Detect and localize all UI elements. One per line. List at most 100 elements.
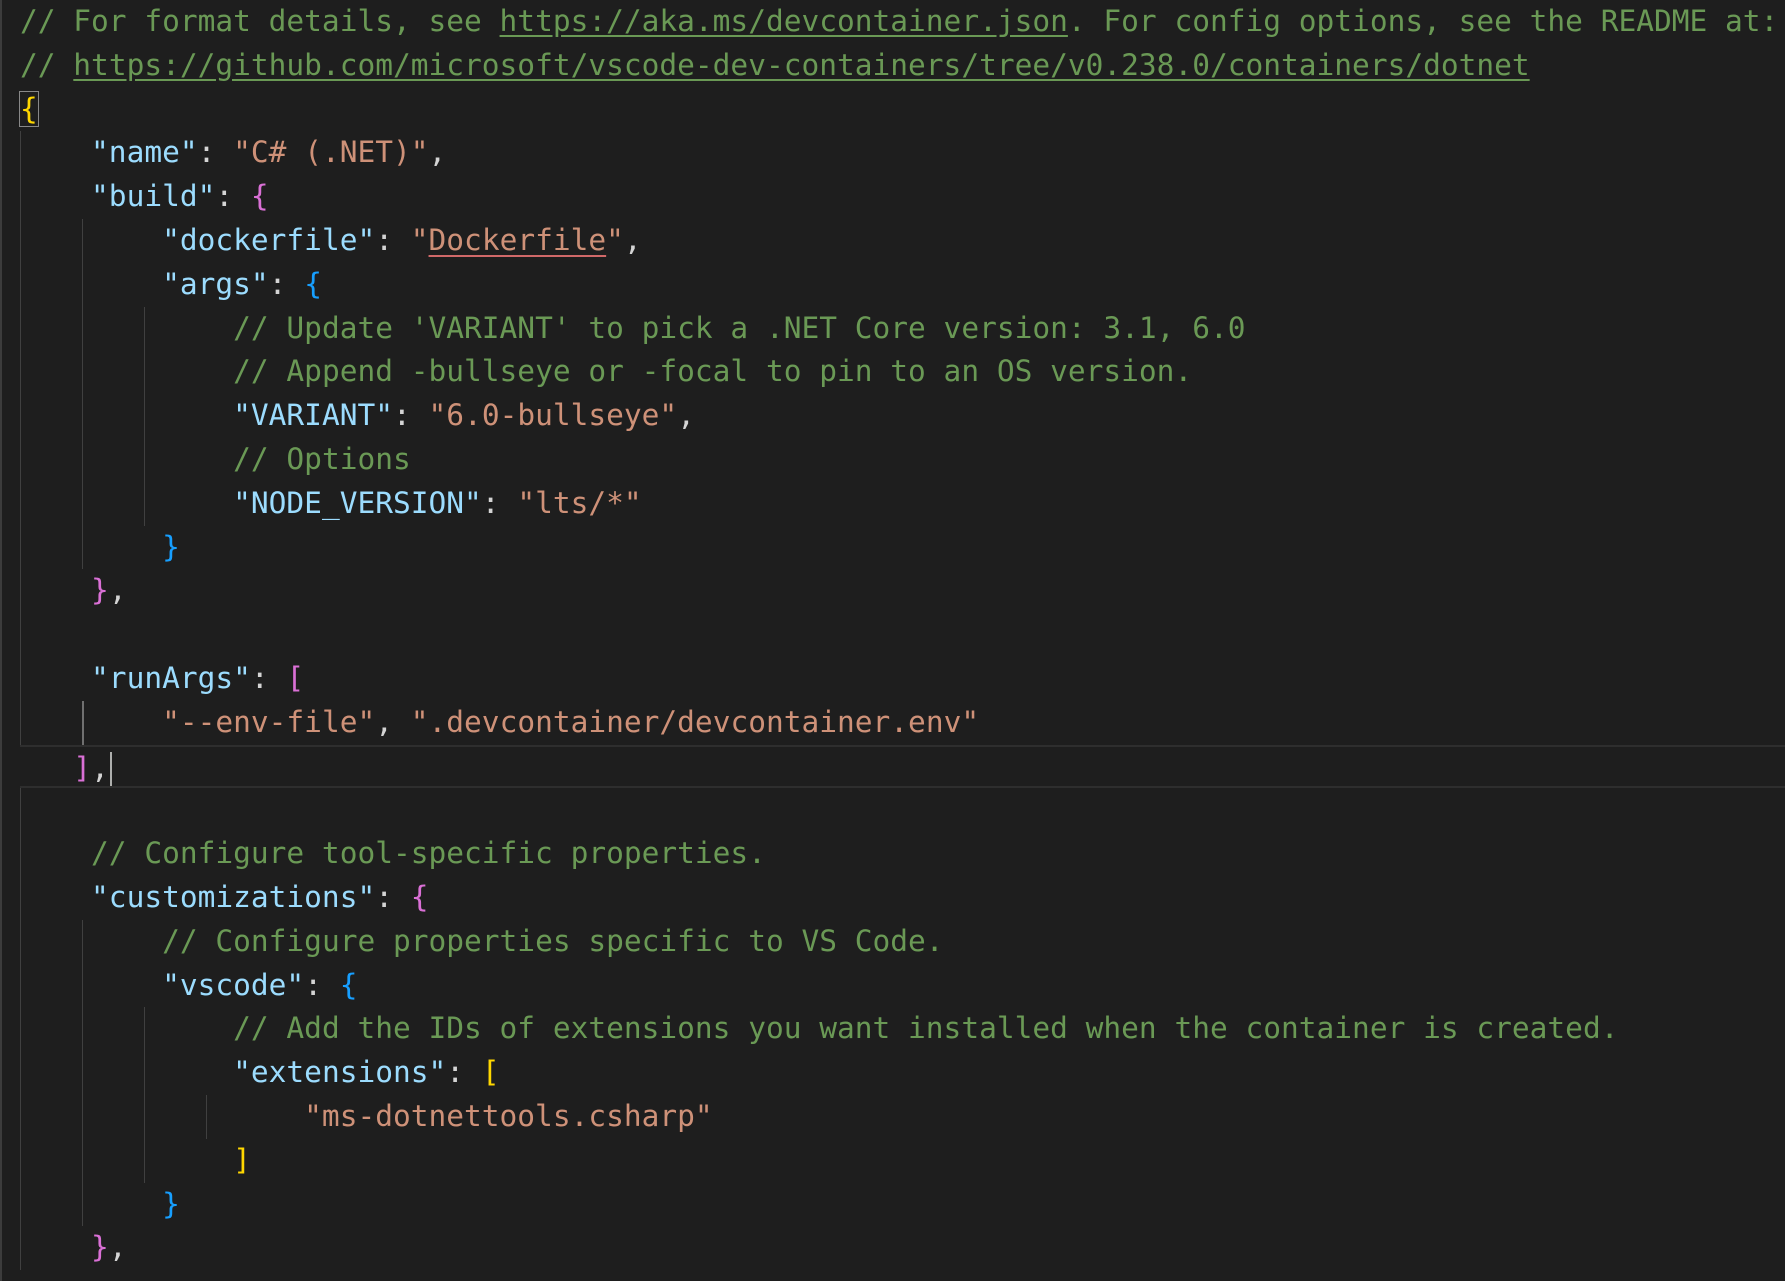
indent-guide	[82, 218, 83, 263]
indent-guide	[82, 1182, 83, 1227]
editor-lines[interactable]: // For format details, see https://aka.m…	[0, 0, 1785, 1271]
json-key-customizations: "customizations"	[91, 879, 376, 914]
code-line-5[interactable]: "build": {	[0, 175, 1785, 219]
indent-guide	[20, 525, 21, 570]
indent-guide	[82, 262, 83, 307]
code-line-22[interactable]: // Configure properties specific to VS C…	[0, 919, 1785, 964]
code-line-3[interactable]: {	[0, 88, 1785, 132]
code-line-20[interactable]: // Configure tool-specific properties.	[0, 832, 1785, 876]
indent-guide	[82, 1138, 83, 1183]
indent-guide	[144, 1007, 145, 1052]
comment: // Add the IDs of extensions you want in…	[233, 1011, 1619, 1046]
comment: // Append -bullseye or -focal to pin to …	[233, 354, 1193, 389]
format-details-link[interactable]: https://aka.ms/devcontainer.json	[500, 4, 1068, 38]
comment: // Update 'VARIANT' to pick a .NET Core …	[233, 310, 1246, 345]
indent-guide	[20, 306, 21, 351]
extension-id: "ms-dotnettools.csharp"	[304, 1098, 713, 1133]
json-key-build: "build"	[91, 179, 216, 214]
indent-guide	[144, 1094, 145, 1139]
indent-guide	[82, 1007, 83, 1052]
indent-guide	[20, 788, 21, 833]
comment: // Configure properties specific to VS C…	[162, 923, 944, 958]
args-open-brace: {	[304, 266, 322, 301]
indent-guide	[20, 1094, 21, 1139]
indent-guide	[82, 437, 83, 482]
comment: . For config options, see the README at:	[1067, 4, 1779, 38]
code-line-19[interactable]	[0, 788, 1785, 833]
active-indent-guide	[82, 700, 84, 745]
code-line-24[interactable]: // Add the IDs of extensions you want in…	[0, 1007, 1785, 1052]
runargs-close-bracket: ]	[73, 750, 92, 785]
indent-guide	[20, 1182, 21, 1227]
indent-guide	[144, 1138, 145, 1183]
customizations-open-brace: {	[410, 879, 429, 914]
indent-guide	[20, 175, 21, 219]
json-key-args: "args"	[162, 266, 269, 301]
code-line-4[interactable]: "name": "C# (.NET)",	[0, 131, 1785, 176]
indent-guide	[144, 306, 145, 351]
build-close-brace: }	[91, 573, 109, 608]
indent-guide	[20, 394, 21, 438]
runargs-value-2: ".devcontainer/devcontainer.env"	[410, 704, 980, 739]
code-line-2[interactable]: // https://github.com/microsoft/vscode-d…	[0, 44, 1785, 88]
code-line-14[interactable]: },	[0, 569, 1785, 614]
code-line-28[interactable]: }	[0, 1182, 1785, 1227]
code-line-9[interactable]: // Append -bullseye or -focal to pin to …	[0, 350, 1785, 395]
json-key-dockerfile: "dockerfile"	[162, 222, 376, 257]
code-line-15[interactable]	[0, 613, 1785, 657]
json-value-variant: "6.0-bullseye"	[428, 398, 678, 433]
code-line-27[interactable]: ]	[0, 1138, 1785, 1183]
code-line-1[interactable]: // For format details, see https://aka.m…	[0, 0, 1785, 44]
comment: // For format details, see	[20, 4, 500, 38]
indent-guide	[20, 1138, 21, 1183]
indent-guide	[20, 656, 21, 701]
code-line-18-current[interactable]: ],	[20, 744, 1785, 789]
indent-guide	[20, 1051, 21, 1095]
string-quote: "	[410, 222, 429, 257]
indent-guide	[144, 394, 145, 438]
code-line-17[interactable]: "--env-file", ".devcontainer/devcontaine…	[0, 700, 1785, 745]
code-line-21[interactable]: "customizations": {	[0, 875, 1785, 920]
indent-guide	[144, 437, 145, 482]
json-key-name: "name"	[91, 135, 198, 170]
json-key-node-version: "NODE_VERSION"	[233, 485, 482, 520]
comment: // Options	[233, 441, 411, 476]
json-value-dockerfile[interactable]: Dockerfile	[429, 223, 607, 257]
runargs-value-1: "--env-file"	[162, 704, 376, 739]
code-line-10[interactable]: "VARIANT": "6.0-bullseye",	[0, 394, 1785, 438]
code-line-7[interactable]: "args": {	[0, 262, 1785, 307]
code-line-26[interactable]: "ms-dotnettools.csharp"	[0, 1094, 1785, 1139]
code-line-25[interactable]: "extensions": [	[0, 1051, 1785, 1095]
indent-guide	[20, 1226, 21, 1271]
indent-guide	[206, 1094, 207, 1139]
indent-guide	[20, 875, 21, 920]
indent-guide	[20, 700, 21, 745]
indent-guide	[20, 919, 21, 964]
indent-guide	[20, 963, 21, 1008]
code-line-16[interactable]: "runArgs": [	[0, 656, 1785, 701]
indent-guide	[82, 1051, 83, 1095]
indent-guide	[82, 306, 83, 351]
extensions-close-bracket: ]	[233, 1142, 251, 1177]
code-line-13[interactable]: }	[0, 525, 1785, 570]
indent-guide	[82, 919, 83, 964]
code-line-29[interactable]: },	[0, 1226, 1785, 1271]
root-open-brace: {	[19, 90, 39, 127]
code-line-6[interactable]: "dockerfile": "Dockerfile",	[0, 218, 1785, 263]
indent-guide	[144, 481, 145, 526]
indent-guide	[20, 569, 21, 614]
indent-guide	[82, 963, 83, 1008]
customizations-close-brace: }	[91, 1230, 109, 1265]
args-close-brace: }	[162, 529, 180, 564]
code-line-8[interactable]: // Update 'VARIANT' to pick a .NET Core …	[0, 306, 1785, 351]
code-line-23[interactable]: "vscode": {	[0, 963, 1785, 1008]
code-editor[interactable]: // For format details, see https://aka.m…	[0, 0, 1785, 1281]
vscode-open-brace: {	[339, 967, 358, 1002]
indent-guide	[20, 832, 21, 876]
build-open-brace: {	[250, 179, 269, 214]
readme-link[interactable]: https://github.com/microsoft/vscode-dev-…	[73, 48, 1529, 82]
code-line-11[interactable]: // Options	[0, 437, 1785, 482]
indent-guide	[20, 1007, 21, 1052]
code-line-12[interactable]: "NODE_VERSION": "lts/*"	[0, 481, 1785, 526]
json-key-variant: "VARIANT"	[233, 398, 393, 433]
